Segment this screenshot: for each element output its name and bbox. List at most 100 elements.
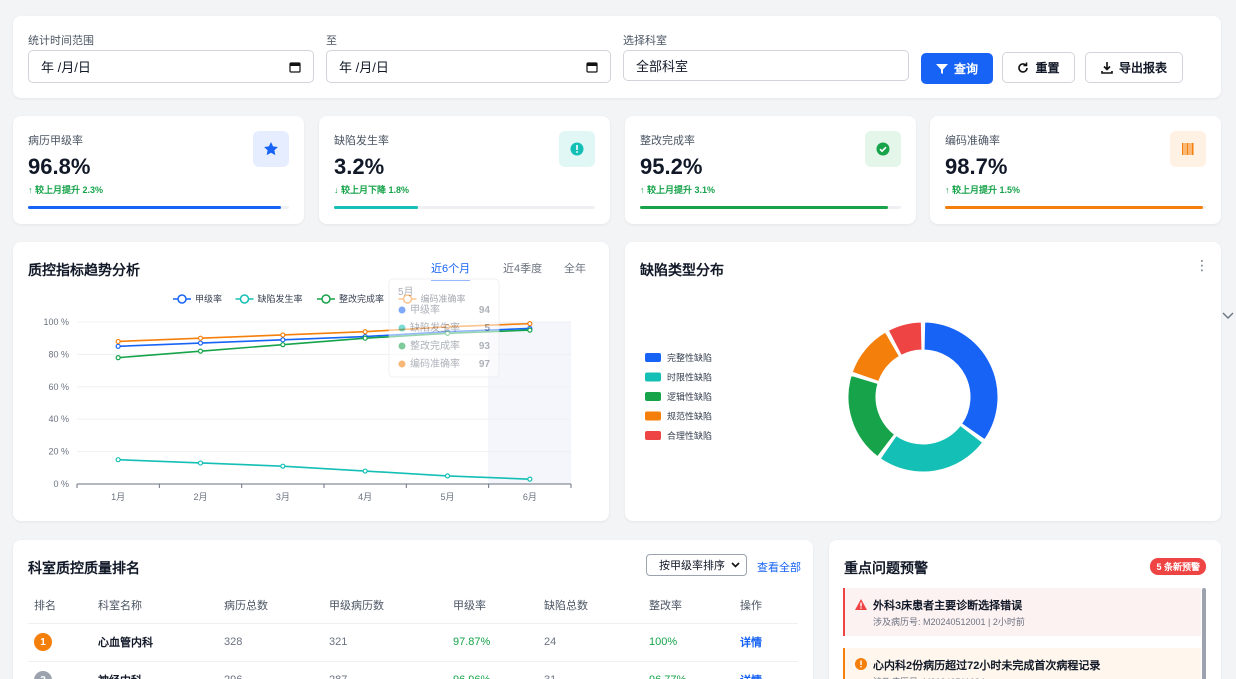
date-end-input[interactable]: 年 /月/日 [326,50,611,83]
view-all-link[interactable]: 查看全部 [757,559,801,575]
fix-rate: 96.77% [649,660,740,679]
x-tick-label: 2月 [193,492,207,502]
fix-rate: 100% [649,622,740,661]
sort-select[interactable]: 按甲级率排序 [646,554,747,576]
kpi-progress-bar [640,206,901,209]
calendar-icon[interactable] [289,61,301,73]
column-header: 操作 [740,599,762,612]
table-row: 2 神经内科29628796.96%3196.77%详情 [28,660,798,679]
tooltip-value: 94 [479,305,491,316]
rank-badge: 2 [34,671,52,679]
kpi-value: 96.8% [28,154,91,179]
download-icon [1101,61,1113,74]
date-start-input[interactable]: 年 /月/日 [28,50,314,83]
alert-item[interactable]: 外科3床患者主要诊断选择错误 涉及病历号: M20240512001 | 2小时前 [843,588,1201,636]
column-header: 缺陷总数 [544,599,588,612]
dept-select[interactable]: 全部科室 [623,50,909,81]
tooltip-value: 93 [479,341,491,352]
arrow-up-icon: ↑ [640,185,645,195]
column-header: 甲级病历数 [329,599,384,612]
reset-button[interactable]: 重置 [1002,52,1075,83]
chevron-down-icon[interactable] [1222,312,1234,320]
defect-count: 31 [544,660,649,679]
alert-list: 外科3床患者主要诊断选择错误 涉及病历号: M20240512001 | 2小时前… [843,588,1201,679]
y-tick-label: 0 % [53,479,69,489]
data-point [362,329,368,335]
data-point [280,337,286,343]
detail-link[interactable]: 详情 [740,637,762,649]
data-point [362,335,368,341]
legend-item: 逻辑性缺陷 [645,391,712,402]
legend-item: 缺陷发生率 [235,293,303,304]
star-icon [253,131,289,167]
kpi-progress-fill [334,206,418,209]
data-point [115,355,121,361]
alert-icon [559,131,595,167]
barcode-icon [1170,131,1206,167]
kpi-card: 编码准确率 98.7% ↑ 较上月提升 1.5% [930,116,1221,224]
calendar-icon[interactable] [586,61,598,73]
legend-label: 缺陷发生率 [258,293,303,304]
tooltip: 5月甲级率 94 缺陷发生率 5 整改完成率 93 编码准确率 97 [388,278,500,378]
data-point [280,342,286,348]
kpi-delta: ↑ 较上月提升 1.5% [945,185,1021,195]
alert-meta: 涉及病历号: M20240512001 | 2小时前 [873,617,1025,627]
data-point [280,332,286,338]
legend-swatch [645,353,661,362]
x-tick-label: 3月 [276,492,290,502]
kpi-card: 整改完成率 95.2% ↑ 较上月提升 3.1% [625,116,916,224]
data-point [527,321,533,327]
scrollbar[interactable] [1202,588,1206,679]
x-tick-label: 1月 [111,492,125,502]
tooltip-marker [398,306,406,314]
x-tick-label: 6月 [523,492,537,502]
chevron-down-icon [731,562,740,568]
ranking-title: 科室质控质量排名 [28,560,140,576]
data-point [527,327,533,333]
kpi-progress-fill [640,206,889,209]
kpi-value: 98.7% [945,154,1008,179]
legend-swatch [645,372,661,382]
export-button[interactable]: 导出报表 [1085,52,1183,83]
tooltip-value: 5 [484,323,490,334]
column-header: 排名 [34,599,56,612]
data-point [115,338,121,345]
query-button[interactable]: 查询 [921,53,993,84]
dept-name: 神经内科 [98,660,224,679]
alert-circle-icon [855,658,867,670]
dept-label: 选择科室 [623,35,667,47]
kpi-value: 3.2% [334,154,385,179]
kpi-progress-bar [28,206,289,209]
defect-card: 缺陷类型分布 ⋮ 完整性缺陷 时限性缺陷 逻辑性缺陷 规范性缺陷 合理性缺陷 [625,242,1221,521]
column-header: 科室名称 [98,599,142,612]
rank-badge: 1 [34,633,52,651]
range-label: 统计时间范围 [28,35,94,47]
trend-line-chart: 0 %20 %40 %60 %80 %100 %1月 2月 3月 4月 5月 6月甲级率缺… [43,278,572,502]
defect-donut-chart: 完整性缺陷时限性缺陷逻辑性缺陷规范性缺陷合理性缺陷 [645,321,999,473]
detail-link[interactable]: 详情 [740,675,762,679]
alert-title: 心内科2份病历超过72小时未完成首次病程记录 [873,660,1101,672]
data-point [527,476,533,482]
column-header: 甲级率 [453,599,486,612]
donut-slice [851,331,900,382]
alerts-badge: 5 条新预警 [1150,558,1206,575]
legend-label: 甲级率 [195,293,222,304]
legend-item: 规范性缺陷 [645,411,712,422]
tooltip-marker [398,324,406,332]
refresh-icon [1018,62,1029,73]
y-tick-label: 60 % [48,382,69,392]
kpi-title: 编码准确率 [945,135,1000,147]
legend-item: 时限性缺陷 [645,372,712,383]
legend-marker [177,294,187,304]
legend-label: 时限性缺陷 [667,372,712,383]
tooltip-category: 5月 [398,286,414,298]
table-row: 1 心血管内科 328 321 97.87% 24 100% 详情 [28,622,798,661]
kpi-card: 病历甲级率 96.8% ↑ 较上月提升 2.3% [13,116,304,224]
kpi-value: 95.2% [640,154,703,179]
alerts-card: 重点问题预警 5 条新预警 外科3床患者主要诊断选择错误 涉及病历号: M2024… [829,540,1221,679]
defect-count: 24 [544,622,649,661]
kpi-progress-fill [945,206,1203,209]
alert-item[interactable]: 心内科2份病历超过72小时未完成首次病程记录涉及病历号: M2024051103… [843,648,1201,679]
grade-a-rate: 97.87% [453,622,544,661]
data-point [197,340,204,346]
